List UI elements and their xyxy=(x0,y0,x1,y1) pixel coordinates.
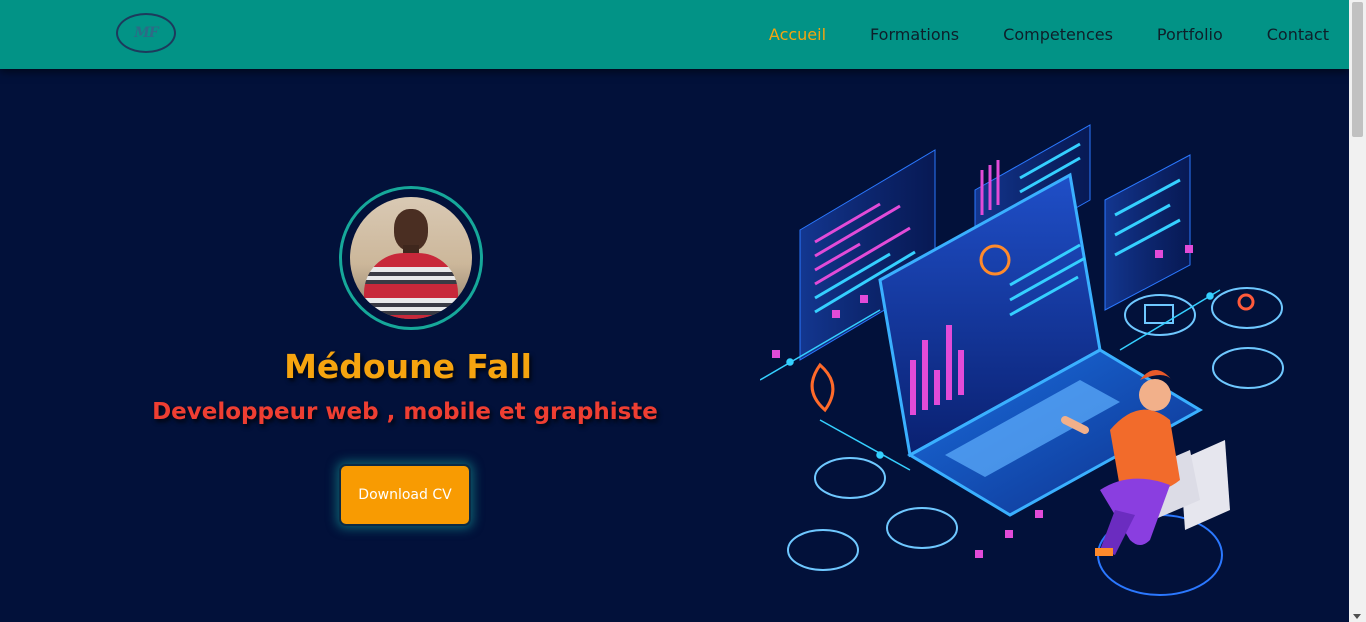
download-cv-button[interactable]: Download CV xyxy=(339,464,471,526)
nav-menu: Accueil Formations Competences Portfolio… xyxy=(725,0,1329,69)
scroll-down-arrow-icon[interactable] xyxy=(1353,614,1361,619)
nav-link-contact[interactable]: Contact xyxy=(1267,25,1329,44)
developer-illustration xyxy=(760,124,1284,596)
vertical-scrollbar[interactable] xyxy=(1349,0,1366,622)
logo[interactable]: MF xyxy=(116,13,176,53)
nav-link-competences[interactable]: Competences xyxy=(1003,25,1113,44)
profile-avatar xyxy=(339,186,483,330)
nav-link-portfolio[interactable]: Portfolio xyxy=(1157,25,1223,44)
nav-link-accueil[interactable]: Accueil xyxy=(769,25,826,44)
nav-link-formations[interactable]: Formations xyxy=(870,25,959,44)
profile-photo xyxy=(350,197,472,319)
hero-title: Developpeur web , mobile et graphiste xyxy=(152,399,658,425)
logo-text: MF xyxy=(134,25,158,41)
hero-name: Médoune Fall xyxy=(284,347,532,386)
scrollbar-thumb[interactable] xyxy=(1352,2,1363,137)
navbar: MF Accueil Formations Competences Portfo… xyxy=(0,0,1349,69)
portfolio-page: MF Accueil Formations Competences Portfo… xyxy=(0,0,1366,622)
